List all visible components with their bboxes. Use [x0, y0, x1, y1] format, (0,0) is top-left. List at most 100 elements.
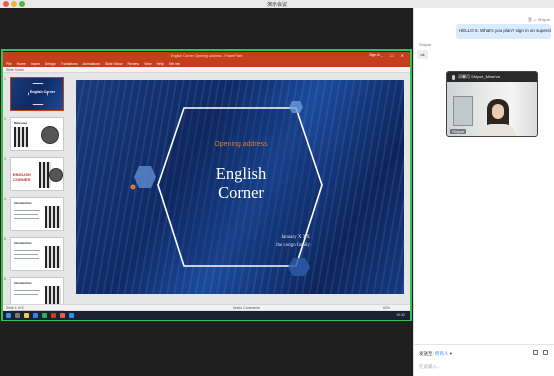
thumb-image — [45, 246, 61, 268]
slide-thumbnail-5[interactable]: Introduction — [10, 237, 64, 271]
menu-tell-me[interactable]: Tell me — [169, 62, 180, 66]
send-to-selector[interactable]: 发送至: 所有人 ▾ — [419, 351, 452, 357]
send-to-target[interactable]: 所有人 — [435, 351, 449, 356]
status-notes-comments[interactable]: Notes Comments — [233, 306, 260, 310]
folder-icon[interactable] — [24, 313, 29, 318]
chat-divider — [414, 344, 554, 345]
window-titlebar: 演示会议 — [0, 0, 554, 8]
menu-review[interactable]: Review — [128, 62, 139, 66]
thumb-title: Introduction — [14, 281, 32, 285]
status-slide-count: Slide 1 of 6 — [6, 305, 24, 310]
windows-taskbar: 10:32 — [3, 311, 410, 320]
app-icon[interactable] — [60, 313, 65, 318]
screenshot-icon[interactable] — [543, 350, 548, 355]
slide-thumbnail-4[interactable]: Introduction — [10, 197, 64, 231]
thumb-number: 1 — [4, 77, 6, 81]
chevron-down-icon: ▾ — [449, 351, 453, 356]
slide-hexagon-left — [134, 166, 156, 188]
thumb-text-line — [14, 210, 40, 211]
thumb-number: 6 — [4, 277, 6, 281]
chat-message-sender: 我 -> Shiyue — [527, 17, 550, 22]
thumb-number: 2 — [4, 117, 6, 121]
ppt-title-text: English Corner Opening address - PowerPo… — [170, 54, 243, 58]
thumb-text-line — [14, 254, 38, 255]
thumb-text-line — [14, 290, 40, 291]
menu-help[interactable]: Help — [157, 62, 164, 66]
slide-date: January X XX — [281, 235, 310, 240]
slide-thumbnail-1[interactable]: English Corner — [10, 77, 64, 111]
ppt-status-bar: Slide 1 of 6 Notes Comments 82% — [3, 304, 410, 310]
thumb-number: 4 — [4, 197, 6, 201]
mic-icon — [452, 74, 455, 80]
slide-presenter: the congo family — [276, 243, 310, 248]
chat-reply-bubble[interactable]: ok — [417, 50, 428, 59]
thumb-image — [45, 206, 61, 228]
minimize-window-button[interactable] — [11, 1, 17, 7]
thumb-image — [41, 126, 59, 144]
video-tile-header: 邓馨月 Shiyue_Minerva — [447, 72, 537, 82]
slide-title-line-1: English — [215, 164, 267, 183]
thumb-title: ENGLISH CORNER — [13, 172, 31, 182]
video-name-label: Shiyue — [450, 129, 467, 134]
slide-title: English Corner — [178, 164, 304, 202]
taskbar-clock: 10:32 — [396, 313, 405, 317]
ppt-window-controls[interactable]: – ☐ ✕ — [381, 53, 407, 58]
current-slide[interactable]: Opening address English Corner January X… — [76, 80, 404, 294]
thumb-title: Welcome — [14, 121, 28, 125]
participant-video-tile[interactable]: 邓馨月 Shiyue_Minerva Shiyue — [446, 71, 538, 137]
menu-view[interactable]: View — [144, 62, 152, 66]
thumb-image — [14, 127, 28, 147]
person-body — [480, 124, 516, 136]
start-icon[interactable] — [6, 313, 11, 318]
person-face — [492, 104, 504, 119]
ppt-menu-bar: File Home Insert Design Transitions Anim… — [3, 60, 410, 67]
search-icon[interactable] — [15, 313, 20, 318]
excel-icon[interactable] — [42, 313, 47, 318]
menu-home[interactable]: Home — [17, 62, 26, 66]
menu-slide-show[interactable]: Slide Show — [105, 62, 123, 66]
chat-panel: 我 -> Shiyue HELLO 5. What's you plan? si… — [413, 8, 554, 376]
thumb-number: 5 — [4, 237, 6, 241]
slide-meta: January X XX the congo family — [232, 234, 310, 250]
chat-message-bubble[interactable]: HELLO 5. What's you plan? sign in on sup… — [456, 24, 551, 39]
slide-hexagon-top — [289, 101, 303, 113]
browser-icon[interactable] — [33, 313, 38, 318]
menu-insert[interactable]: Insert — [31, 62, 40, 66]
thumb-text-line — [14, 294, 38, 295]
thumb-text-line — [14, 250, 40, 251]
chat-input[interactable]: 在此输入... — [419, 364, 441, 370]
close-window-button[interactable] — [3, 1, 9, 7]
menu-file[interactable]: File — [6, 62, 12, 66]
slide-thumbnail-2[interactable]: Welcome — [10, 117, 64, 151]
thumb-text-line — [14, 218, 39, 219]
status-zoom[interactable]: 82% — [383, 306, 390, 310]
slide-orange-dot — [130, 184, 136, 190]
thumb-text-line — [14, 214, 38, 215]
send-to-label: 发送至: — [419, 351, 434, 356]
ribbon-label: Slide Sorter — [6, 68, 25, 72]
chat-reply-sender: Shiyue — [419, 42, 432, 47]
slide-thumbnail-3[interactable]: ENGLISH CORNER — [10, 157, 64, 191]
ppt-titlebar: English Corner Opening address - PowerPo… — [3, 52, 410, 60]
video-window-frame — [453, 96, 473, 126]
zoom-app-icon[interactable] — [69, 313, 74, 318]
thumb-number: 3 — [4, 157, 6, 161]
thumb-image — [49, 168, 63, 182]
thumb-hexagon — [28, 83, 48, 105]
thumb-title: English Corner — [30, 90, 56, 94]
menu-transitions[interactable]: Transitions — [61, 62, 78, 66]
thumb-text-line — [14, 258, 39, 259]
thumb-title: Introduction — [14, 241, 32, 245]
ppt-signin-link[interactable]: Sign in — [369, 53, 380, 57]
chat-footer-icons — [533, 350, 548, 355]
zoom-window-button[interactable] — [19, 1, 25, 7]
menu-animations[interactable]: Animations — [83, 62, 100, 66]
powerpoint-window: English Corner Opening address - PowerPo… — [3, 52, 410, 320]
powerpoint-icon[interactable] — [51, 313, 56, 318]
video-participant-name: 邓馨月 Shiyue_Minerva — [458, 74, 500, 79]
menu-design[interactable]: Design — [45, 62, 56, 66]
slide-subtitle: Opening address — [214, 141, 268, 148]
slide-title-line-2: Corner — [218, 183, 264, 202]
file-icon[interactable] — [533, 350, 538, 355]
window-title: 演示会议 — [266, 1, 287, 8]
